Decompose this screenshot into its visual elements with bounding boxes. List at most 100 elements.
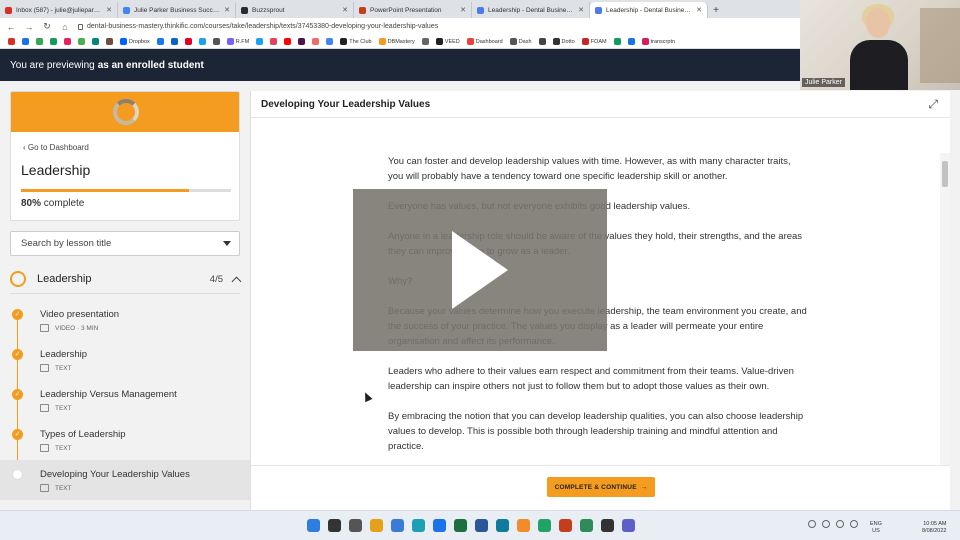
taskbar-app-icon[interactable] xyxy=(475,519,488,532)
complete-and-continue-label: COMPLETE & CONTINUE xyxy=(554,483,637,491)
taskbar-app-icon[interactable] xyxy=(601,519,614,532)
bookmark-item[interactable]: R.FM xyxy=(225,38,251,45)
lesson-item[interactable]: ✓ Leadership Versus Management TEXT xyxy=(0,380,250,429)
bookmark-item[interactable] xyxy=(612,38,623,45)
bookmark-item[interactable]: Dotto xyxy=(551,38,577,45)
bookmark-item[interactable] xyxy=(268,38,279,45)
bookmark-item[interactable] xyxy=(254,38,265,45)
bookmark-item[interactable]: VEED xyxy=(434,38,462,45)
close-icon[interactable]: ✕ xyxy=(696,6,702,14)
bookmark-item[interactable] xyxy=(197,38,208,45)
chapter-header[interactable]: Leadership 4/5 xyxy=(0,265,250,293)
bookmark-item[interactable] xyxy=(537,38,548,45)
taskbar-app-icon[interactable] xyxy=(580,519,593,532)
lesson-type: TEXT xyxy=(55,444,72,452)
bookmark-item[interactable] xyxy=(420,38,431,45)
bookmark-item[interactable]: Dropbox xyxy=(118,38,152,45)
bookmark-item[interactable]: DBMastery xyxy=(377,38,417,45)
taskbar-app-icon[interactable] xyxy=(370,519,383,532)
bookmark-icon xyxy=(581,38,589,45)
chevron-up-icon[interactable] xyxy=(231,276,242,286)
bookmark-icon xyxy=(226,38,234,45)
bookmark-label: R.FM xyxy=(235,38,250,45)
bookmark-item[interactable]: Dash xyxy=(508,38,534,45)
chevron-up-tray-icon[interactable] xyxy=(850,520,858,528)
cloud-tray-icon[interactable] xyxy=(822,520,830,528)
home-icon[interactable]: ⌂ xyxy=(60,22,70,32)
lesson-item[interactable]: ✓ Types of Leadership TEXT xyxy=(0,420,250,469)
new-tab-button[interactable]: + xyxy=(708,2,724,18)
language-indicator[interactable]: ENG US xyxy=(870,521,882,535)
bookmark-item[interactable]: Dashboard xyxy=(465,38,505,45)
bookmark-item[interactable] xyxy=(324,38,335,45)
bookmark-item[interactable] xyxy=(62,38,73,45)
lesson-item[interactable]: Developing Your Leadership Values TEXT xyxy=(0,460,250,500)
close-icon[interactable]: ✕ xyxy=(578,6,584,14)
forward-arrow-icon[interactable]: → xyxy=(24,22,34,32)
close-icon[interactable]: ✕ xyxy=(224,6,230,14)
close-icon[interactable]: ✕ xyxy=(342,6,348,14)
taskbar-app-icon[interactable] xyxy=(433,519,446,532)
lesson-type: VIDEO · 3 MIN xyxy=(55,324,99,332)
lesson-item[interactable]: ✓ Leadership TEXT xyxy=(0,340,250,389)
complete-and-continue-button[interactable]: COMPLETE & CONTINUE → xyxy=(547,477,655,497)
bookmark-item[interactable] xyxy=(34,38,45,45)
close-icon[interactable]: ✕ xyxy=(460,6,466,14)
browser-tab[interactable]: Leadership - Dental Business Ma... ✕ xyxy=(590,2,708,18)
taskbar-app-icon[interactable] xyxy=(349,519,362,532)
bookmark-item[interactable] xyxy=(169,38,180,45)
go-to-dashboard-label: Go to Dashboard xyxy=(27,143,89,152)
network-tray-icon[interactable] xyxy=(836,520,844,528)
bookmark-item[interactable] xyxy=(211,38,222,45)
taskbar-app-icon[interactable] xyxy=(391,519,404,532)
url-field[interactable]: dental-business-mastery.thinkific.com/co… xyxy=(78,23,438,30)
taskbar-app-icon[interactable] xyxy=(496,519,509,532)
browser-tab[interactable]: Inbox (587) - julie@julieparkerp... ✕ xyxy=(0,2,118,18)
bookmark-item[interactable] xyxy=(48,38,59,45)
bookmark-icon xyxy=(198,38,206,45)
play-icon[interactable] xyxy=(452,231,508,309)
bookmark-item[interactable] xyxy=(155,38,166,45)
system-tray xyxy=(808,520,858,528)
scrollbar-thumb[interactable] xyxy=(942,161,948,187)
bookmark-item[interactable] xyxy=(76,38,87,45)
content-scrollbar[interactable] xyxy=(940,153,950,465)
browser-tab[interactable]: Julie Parker Business Success - C... ✕ xyxy=(118,2,236,18)
bookmark-label: VEED xyxy=(444,38,460,45)
bookmark-item[interactable] xyxy=(6,38,17,45)
bookmark-item[interactable] xyxy=(296,38,307,45)
taskbar-app-icon[interactable] xyxy=(622,519,635,532)
taskbar-clock[interactable]: 10:05 AM 8/08/2022 xyxy=(922,521,946,535)
chrome-tray-icon[interactable] xyxy=(808,520,816,528)
back-arrow-icon[interactable]: ← xyxy=(6,22,16,32)
lesson-item[interactable]: ✓ Video presentation VIDEO · 3 MIN xyxy=(0,300,250,349)
taskbar-app-icon[interactable] xyxy=(517,519,530,532)
reload-icon[interactable]: ↻ xyxy=(42,21,52,32)
taskbar-app-icon[interactable] xyxy=(538,519,551,532)
bookmark-item[interactable] xyxy=(20,38,31,45)
video-player[interactable] xyxy=(353,189,607,351)
bookmark-item[interactable] xyxy=(310,38,321,45)
close-icon[interactable]: ✕ xyxy=(106,6,112,14)
taskbar-app-icon[interactable] xyxy=(559,519,572,532)
taskbar-app-icon[interactable] xyxy=(328,519,341,532)
bookmark-item[interactable] xyxy=(90,38,101,45)
taskbar-app-icon[interactable] xyxy=(307,519,320,532)
bookmark-item[interactable]: FOAM xyxy=(580,38,609,45)
browser-tab[interactable]: Buzzsprout ✕ xyxy=(236,2,354,18)
expand-icon[interactable]: ⤢ xyxy=(928,97,938,112)
browser-tab[interactable]: Leadership - Dental Business M... ✕ xyxy=(472,2,590,18)
bookmark-item[interactable] xyxy=(104,38,115,45)
bookmark-item[interactable] xyxy=(282,38,293,45)
taskbar-app-icon[interactable] xyxy=(454,519,467,532)
taskbar-app-icon[interactable] xyxy=(412,519,425,532)
bookmark-icon xyxy=(421,38,429,45)
bookmark-item[interactable] xyxy=(626,38,637,45)
bookmark-item[interactable]: The Club xyxy=(338,38,373,45)
bookmark-icon xyxy=(466,38,474,45)
browser-tab[interactable]: PowerPoint Presentation ✕ xyxy=(354,2,472,18)
go-to-dashboard-link[interactable]: ‹ Go to Dashboard xyxy=(23,143,89,152)
bookmark-item[interactable]: transcrptn xyxy=(640,38,677,45)
lesson-search-select[interactable]: Search by lesson title xyxy=(10,231,240,256)
bookmark-item[interactable] xyxy=(183,38,194,45)
